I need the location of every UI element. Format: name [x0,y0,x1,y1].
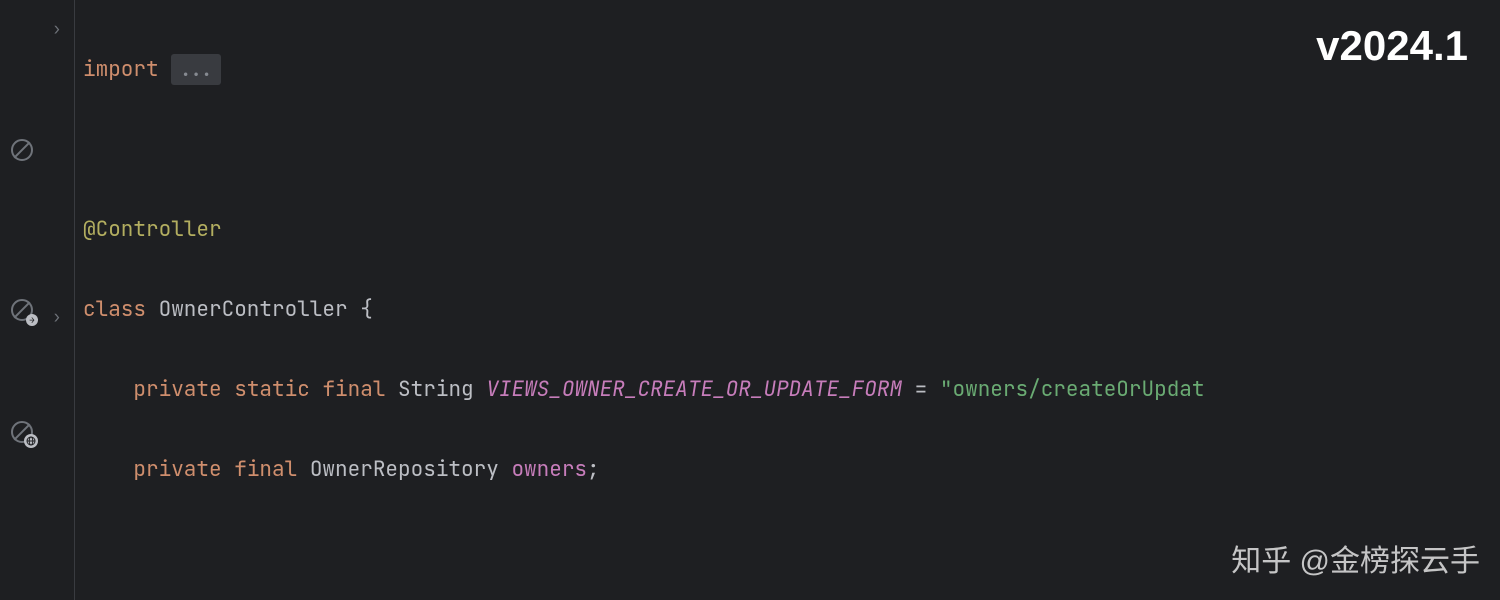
folded-region[interactable]: ... [171,54,221,85]
code-content[interactable]: import ... @Controller class OwnerContro… [75,0,1500,600]
gutter-web-method-icon[interactable] [10,420,34,444]
type-string: String [398,376,474,403]
brace: { [360,296,373,323]
fold-arrow-icon[interactable]: › [52,306,62,327]
annotation-controller: @Controller [83,216,222,243]
fold-arrow-icon[interactable]: › [52,18,62,39]
keyword-private: private [133,376,221,403]
field-owners: owners [511,456,587,483]
keyword-final: final [322,376,385,403]
string-literal: "owners/createOrUpdat [940,376,1205,403]
keyword-class: class [83,296,146,323]
version-badge: v2024.1 [1316,22,1468,70]
keyword-import: import [83,56,159,83]
editor-gutter: › → › [0,0,75,600]
keyword-private: private [133,456,221,483]
code-editor[interactable]: › → › import ... @Controller class Owner… [0,0,1500,600]
semicolon: ; [587,456,600,483]
keyword-final: final [234,456,297,483]
gutter-class-icon[interactable] [10,138,34,162]
type-repo: OwnerRepository [310,456,499,483]
equals: = [902,376,940,403]
keyword-static: static [234,376,310,403]
class-name: OwnerController [159,296,348,323]
constant-name: VIEWS_OWNER_CREATE_OR_UPDATE_FORM [486,376,902,403]
globe-icon [26,436,36,446]
gutter-constructor-icon[interactable]: → [10,298,34,322]
watermark-text: 知乎 @金榜探云手 [1231,536,1480,580]
